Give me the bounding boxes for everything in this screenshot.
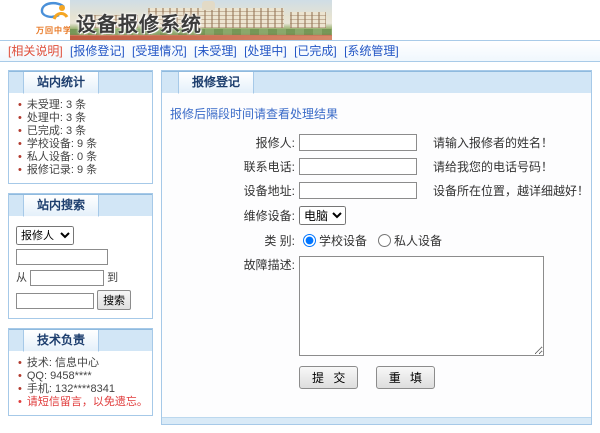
search-from-input[interactable] — [30, 270, 104, 286]
form-row-category: 类 别: 学校设备 私人设备 — [162, 232, 591, 249]
main-panel: 报修登记 报修后隔段时间请查看处理结果 报修人: 请输入报修者的姓名！ 联系电话… — [161, 70, 592, 425]
stats-box: 站内统计 未受理: 3 条 处理中: 3 条 已完成: 3 条 学校设备: 9 … — [8, 70, 153, 184]
stat-item: 处理中: 3 条 — [15, 112, 148, 125]
tech-item: QQ: 9458**** — [15, 370, 148, 383]
search-title: 站内搜索 — [23, 195, 99, 217]
category-option-school: 学校设备 — [319, 232, 367, 249]
building-tower-graphic — [202, 1, 215, 10]
search-box: 站内搜索 报修人 从 到 — [8, 193, 153, 319]
search-to-input[interactable] — [16, 293, 94, 309]
address-hint: 设备所在位置，越详细越好！ — [433, 182, 589, 199]
nav-item-instructions[interactable]: [相关说明] — [8, 44, 63, 58]
tech-list: 技术: 信息中心 QQ: 9458**** 手机: 132****8341 请短… — [9, 351, 152, 415]
category-option-private: 私人设备 — [394, 232, 442, 249]
phone-input[interactable] — [299, 158, 417, 175]
form-row-description: 故障描述: — [162, 256, 591, 356]
site-title: 设备报修系统 — [76, 8, 202, 37]
stats-header: 站内统计 — [9, 71, 152, 93]
reporter-input[interactable] — [299, 134, 417, 151]
category-radio-group: 学校设备 私人设备 — [303, 232, 450, 249]
main-tabstrip: 报修登记 — [162, 71, 591, 93]
tech-header: 技术负责 — [9, 329, 152, 351]
stat-item: 报修记录: 9 条 — [15, 164, 148, 177]
device-label: 维修设备: — [162, 207, 295, 224]
description-textarea[interactable] — [299, 256, 544, 356]
submit-button[interactable]: 提 交 — [299, 366, 358, 389]
tech-item: 技术: 信息中心 — [15, 357, 148, 370]
tech-item: 手机: 132****8341 — [15, 383, 148, 396]
search-button[interactable]: 搜索 — [97, 290, 131, 310]
content: 站内统计 未受理: 3 条 处理中: 3 条 已完成: 3 条 学校设备: 9 … — [0, 62, 600, 433]
stat-item: 学校设备: 9 条 — [15, 138, 148, 151]
sidebar: 站内统计 未受理: 3 条 处理中: 3 条 已完成: 3 条 学校设备: 9 … — [8, 70, 153, 425]
form-row-reporter: 报修人: 请输入报修者的姓名！ — [162, 134, 591, 151]
nav-item-repair-register[interactable]: [报修登记] — [70, 44, 125, 58]
search-from-label: 从 — [16, 272, 27, 284]
nav-item-completed[interactable]: [已完成] — [294, 44, 337, 58]
nav-item-acceptance-status[interactable]: [受理情况] — [132, 44, 187, 58]
building-graphic — [290, 12, 326, 28]
stat-item: 私人设备: 0 条 — [15, 151, 148, 164]
tech-box: 技术负责 技术: 信息中心 QQ: 9458**** 手机: 132****83… — [8, 328, 153, 416]
repair-tip: 报修后隔段时间请查看处理结果 — [170, 105, 591, 122]
tab-repair-register[interactable]: 报修登记 — [178, 72, 254, 94]
nav-item-system-admin[interactable]: [系统管理] — [344, 44, 399, 58]
form-row-address: 设备地址: 设备所在位置，越详细越好！ — [162, 182, 591, 199]
category-radio-private[interactable] — [378, 234, 391, 247]
search-header: 站内搜索 — [9, 194, 152, 216]
header: 万回中学 设备报修系统 — [0, 0, 600, 40]
reporter-label: 报修人: — [162, 134, 295, 151]
form-buttons: 提 交 重 填 — [299, 366, 591, 389]
tech-title: 技术负责 — [23, 330, 99, 352]
panel-bottom-strip — [162, 417, 591, 424]
category-radio-school[interactable] — [303, 234, 316, 247]
tech-warning: 请短信留言，以免遗忘。 — [15, 396, 148, 409]
reporter-hint: 请输入报修者的姓名！ — [433, 134, 553, 151]
search-to-label: 到 — [107, 272, 118, 284]
stat-item: 已完成: 3 条 — [15, 125, 148, 138]
form-row-device: 维修设备: 电脑 — [162, 206, 591, 225]
stat-item: 未受理: 3 条 — [15, 99, 148, 112]
search-keyword-input[interactable] — [16, 249, 108, 265]
form-row-phone: 联系电话: 请给我您的电话号码！ — [162, 158, 591, 175]
description-label: 故障描述: — [162, 256, 295, 273]
phone-label: 联系电话: — [162, 158, 295, 175]
address-input[interactable] — [299, 182, 417, 199]
category-label: 类 别: — [162, 232, 295, 249]
nav-item-unaccepted[interactable]: [未受理] — [194, 44, 237, 58]
search-field-select[interactable]: 报修人 — [16, 226, 74, 245]
page: 万回中学 设备报修系统 [相关说明] [报修登记] [受理情况] [未受理] [… — [0, 0, 600, 433]
phone-hint: 请给我您的电话号码！ — [433, 158, 553, 175]
stats-list: 未受理: 3 条 处理中: 3 条 已完成: 3 条 学校设备: 9 条 私人设… — [9, 93, 152, 183]
reset-button[interactable]: 重 填 — [376, 366, 435, 389]
address-label: 设备地址: — [162, 182, 295, 199]
nav-item-in-progress[interactable]: [处理中] — [244, 44, 287, 58]
nav-bar: [相关说明] [报修登记] [受理情况] [未受理] [处理中] [已完成] [… — [0, 40, 600, 62]
device-select[interactable]: 电脑 — [299, 206, 346, 225]
stats-title: 站内统计 — [23, 72, 99, 94]
search-body: 报修人 从 到 搜索 — [9, 216, 152, 318]
repair-form: 报修人: 请输入报修者的姓名！ 联系电话: 请给我您的电话号码！ 设备地址: 设… — [162, 134, 591, 389]
